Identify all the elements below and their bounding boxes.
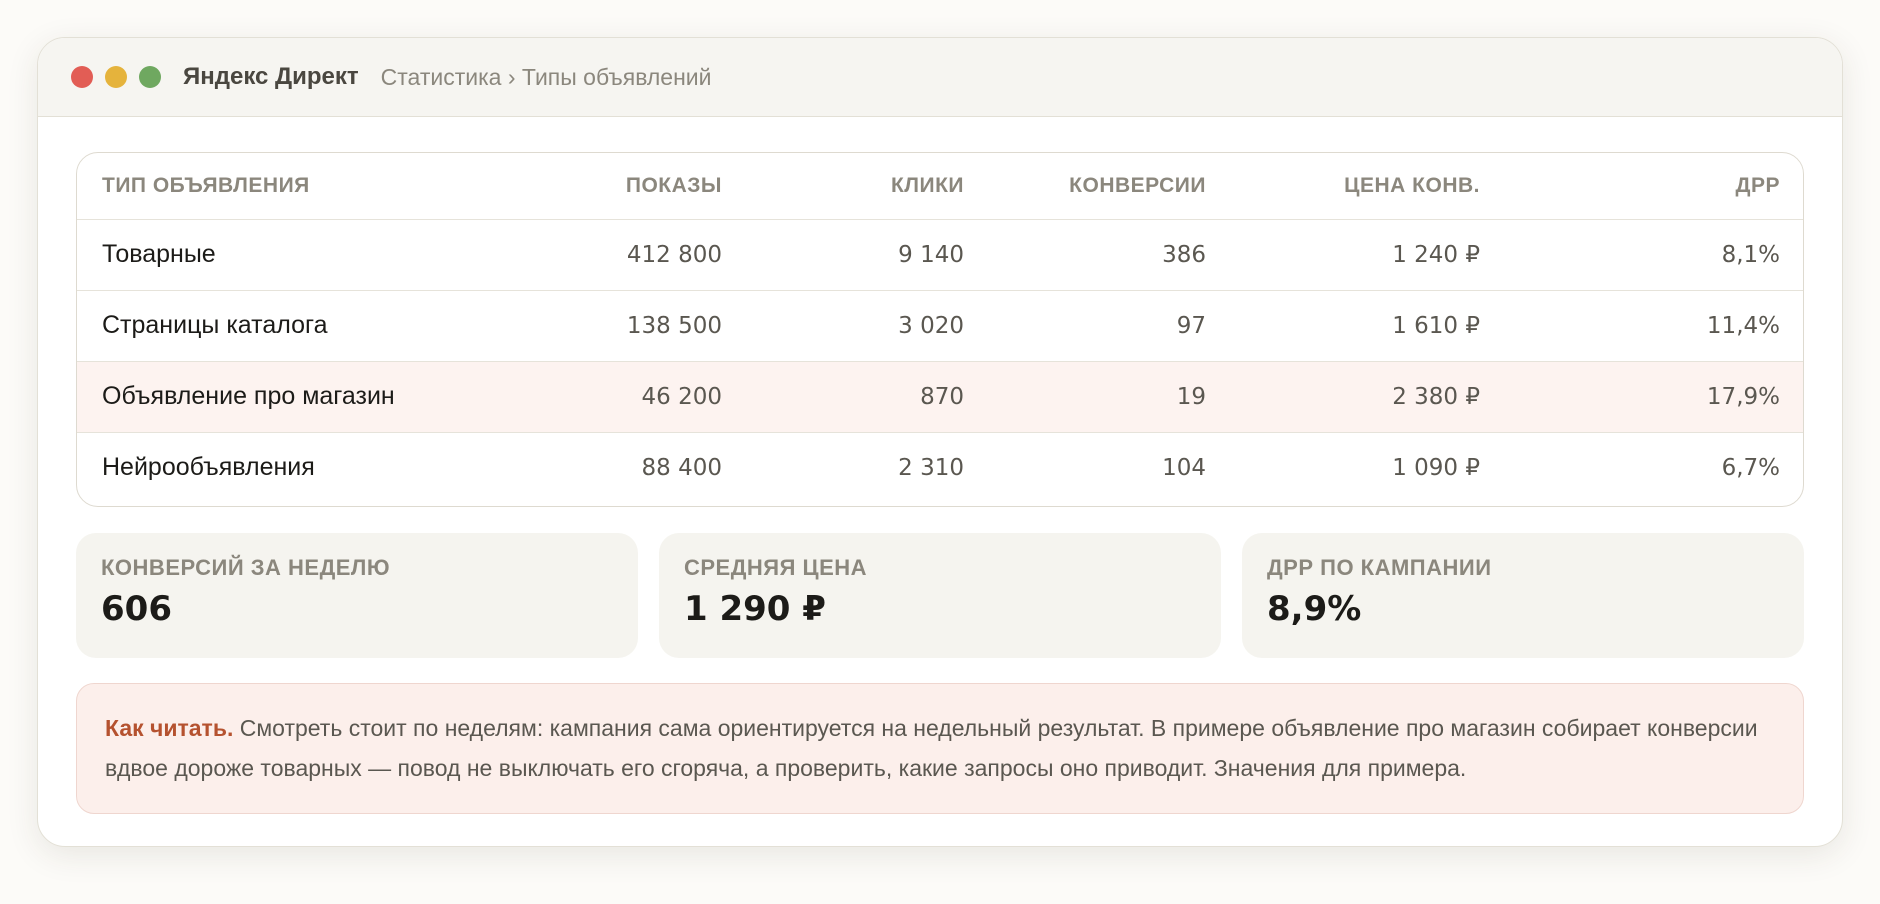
- ad-types-table: ТИП ОБЪЯВЛЕНИЯ ПОКАЗЫ КЛИКИ КОНВЕРСИИ ЦЕ…: [77, 153, 1803, 503]
- ad-types-table-card: ТИП ОБЪЯВЛЕНИЯ ПОКАЗЫ КЛИКИ КОНВЕРСИИ ЦЕ…: [76, 152, 1804, 507]
- stat-label: ДРР ПО КАМПАНИИ: [1267, 555, 1492, 580]
- table-row[interactable]: Товарные 412 800 9 140 386 1 240 ₽ 8,1%: [77, 219, 1803, 290]
- column-header-conversions[interactable]: КОНВЕРСИИ: [989, 153, 1231, 220]
- cell-conversion-cost: 1 090 ₽: [1231, 431, 1505, 503]
- how-to-read-note: Как читать. Смотреть стоит по неделям: к…: [76, 683, 1804, 814]
- stat-value: 8,9%: [1267, 589, 1362, 629]
- app-window: Яндекс Директ Статистика › Типы объявлен…: [37, 37, 1843, 847]
- cell-conversions: 104: [989, 431, 1231, 503]
- cell-drr: 17,9%: [1505, 360, 1803, 432]
- cell-clicks: 3 020: [747, 289, 989, 361]
- note-text: Смотреть стоит по неделям: кампания сама…: [105, 715, 1758, 781]
- cell-conversions: 386: [1162, 241, 1206, 268]
- cell-ad-type: Страницы каталога: [77, 289, 455, 361]
- breadcrumb: Статистика › Типы объявлений: [380, 63, 712, 90]
- cell-impressions: 46 200: [455, 360, 747, 432]
- note-title: Как читать.: [105, 715, 234, 741]
- table-row-highlighted[interactable]: Объявление про магазин 46 200 870 19 2 3…: [77, 360, 1803, 432]
- minimize-window-button[interactable]: [105, 66, 127, 88]
- cell-drr: 6,7%: [1505, 431, 1803, 503]
- column-header-ad-type[interactable]: ТИП ОБЪЯВЛЕНИЯ: [77, 153, 455, 220]
- cell-ad-type: Объявление про магазин: [77, 360, 455, 432]
- stat-card-weekly-conversions: КОНВЕРСИЙ ЗА НЕДЕЛЮ 606: [76, 533, 638, 658]
- app-title: Яндекс Директ: [183, 63, 359, 90]
- cell-conversion-cost: 1 610 ₽: [1231, 289, 1505, 361]
- cell-clicks: 2 310: [747, 431, 989, 503]
- close-window-button[interactable]: [71, 66, 93, 88]
- cell-ad-type: Нейрообъявления: [77, 431, 455, 503]
- column-header-clicks[interactable]: КЛИКИ: [747, 153, 989, 220]
- cell-conversions: 97: [989, 289, 1231, 361]
- cell-drr: 8,1%: [1721, 241, 1780, 268]
- stat-label: СРЕДНЯЯ ЦЕНА: [684, 555, 868, 580]
- cell-impressions: 412 800: [626, 241, 722, 268]
- cell-clicks: 9 140: [898, 241, 964, 268]
- cell-impressions: 138 500: [455, 289, 747, 361]
- table-row[interactable]: Нейрообъявления 88 400 2 310 104 1 090 ₽…: [77, 431, 1803, 503]
- stat-value: 1 290 ₽: [684, 589, 826, 629]
- table-row[interactable]: Страницы каталога 138 500 3 020 97 1 610…: [77, 289, 1803, 361]
- cell-drr: 11,4%: [1505, 289, 1803, 361]
- maximize-window-button[interactable]: [139, 66, 161, 88]
- stat-label: КОНВЕРСИЙ ЗА НЕДЕЛЮ: [101, 555, 391, 580]
- stat-card-average-price: СРЕДНЯЯ ЦЕНА 1 290 ₽: [659, 533, 1221, 658]
- column-header-conversion-cost[interactable]: ЦЕНА КОНВ.: [1231, 153, 1505, 220]
- table-header-row: ТИП ОБЪЯВЛЕНИЯ ПОКАЗЫ КЛИКИ КОНВЕРСИИ ЦЕ…: [77, 153, 1803, 220]
- cell-conversion-cost: 1 240 ₽: [1392, 241, 1480, 268]
- cell-ad-type: Товарные: [102, 240, 216, 268]
- title-bar: Яндекс Директ Статистика › Типы объявлен…: [38, 38, 1842, 117]
- column-header-impressions[interactable]: ПОКАЗЫ: [455, 153, 747, 220]
- cell-conversion-cost: 2 380 ₽: [1231, 360, 1505, 432]
- cell-conversions: 19: [989, 360, 1231, 432]
- stat-card-campaign-drr: ДРР ПО КАМПАНИИ 8,9%: [1242, 533, 1804, 658]
- cell-clicks: 870: [747, 360, 989, 432]
- cell-impressions: 88 400: [455, 431, 747, 503]
- stat-value: 606: [101, 589, 172, 629]
- column-header-drr[interactable]: ДРР: [1505, 153, 1803, 220]
